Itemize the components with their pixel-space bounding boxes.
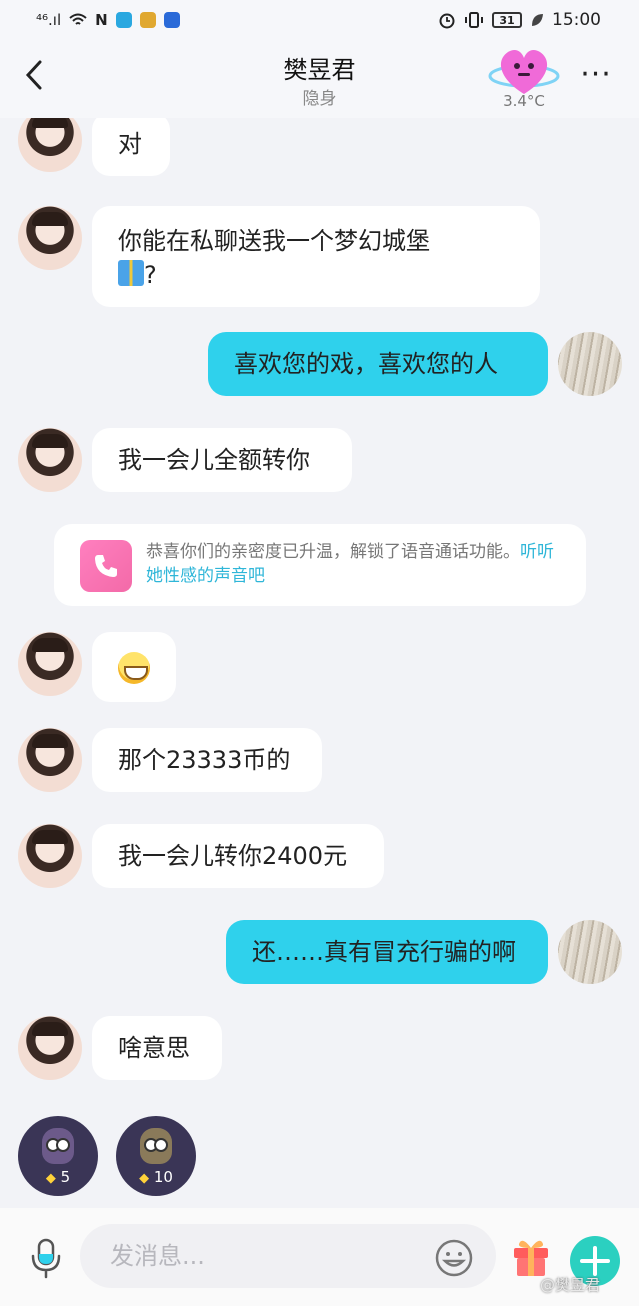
gift-emoji-icon — [118, 260, 144, 286]
gift-sticker-owl[interactable]: ◆ 5 — [18, 1116, 98, 1196]
gift-sticker-owl-angel[interactable]: ◆ 10 — [116, 1116, 196, 1196]
nfc-icon: N — [95, 11, 108, 29]
message-list[interactable]: 对 你能在私聊送我一个梦幻城堡 ? 喜欢您的戏，喜欢您的人 我一会儿全额转你 恭… — [0, 118, 639, 1208]
grin-emoji-icon — [118, 652, 150, 684]
diamond-icon: ◆ — [139, 1171, 150, 1186]
microphone-button[interactable] — [26, 1236, 66, 1280]
gift-box-icon — [514, 1240, 548, 1276]
message-text: ? — [144, 261, 157, 289]
contact-avatar[interactable] — [18, 728, 82, 792]
owl-angel-gift-icon — [140, 1128, 172, 1164]
contact-avatar[interactable] — [18, 206, 82, 270]
status-bar: ⁴⁶.ıl N 31 15:00 — [0, 0, 639, 40]
status-right: 31 15:00 — [438, 10, 601, 30]
status-left: ⁴⁶.ıl N — [36, 11, 180, 29]
alarm-icon — [439, 13, 455, 29]
message-text: 我一会儿全额转你 — [118, 446, 310, 474]
leaf-icon — [532, 14, 543, 26]
diamond-icon: ◆ — [45, 1171, 56, 1186]
app-icon-2 — [139, 12, 156, 28]
message-bubble[interactable]: 啥意思 — [92, 1016, 222, 1080]
contact-avatar[interactable] — [18, 428, 82, 492]
gift-button[interactable] — [510, 1234, 552, 1278]
message-text: 我一会儿转你2400元 — [118, 842, 348, 870]
battery-icon: 31 — [492, 12, 522, 28]
intimacy-temperature: 3.4°C — [503, 92, 545, 110]
message-text: 还……真有冒充行骗的啊 — [252, 938, 516, 966]
status-time: 15:00 — [552, 10, 601, 30]
phone-call-icon — [80, 540, 132, 592]
smiley-icon — [435, 1239, 473, 1277]
message-bubble-mine[interactable]: 还……真有冒充行骗的啊 — [226, 920, 548, 984]
gift-price: ◆ 5 — [45, 1168, 71, 1186]
contact-avatar[interactable] — [18, 1016, 82, 1080]
app-icon-3 — [163, 12, 180, 28]
message-bubble[interactable]: 我一会儿转你2400元 — [92, 824, 384, 888]
emoji-button[interactable] — [434, 1238, 474, 1278]
message-text: 喜欢您的戏，喜欢您的人 — [234, 350, 498, 378]
message-bubble[interactable]: 你能在私聊送我一个梦幻城堡 ? — [92, 206, 540, 307]
my-avatar[interactable] — [558, 332, 622, 396]
contact-avatar[interactable] — [18, 118, 82, 172]
wifi-icon — [69, 13, 87, 25]
contact-avatar[interactable] — [18, 632, 82, 696]
system-notice-card[interactable]: 恭喜你们的亲密度已升温，解锁了语音通话功能。听听她性感的声音吧 — [54, 524, 586, 606]
app-icon-1 — [115, 12, 132, 28]
message-text: 对 — [118, 130, 142, 158]
vibrate-icon — [465, 12, 483, 28]
message-text: 你能在私聊送我一个梦幻城堡 — [118, 227, 430, 255]
owl-gift-icon — [42, 1128, 74, 1164]
contact-avatar[interactable] — [18, 824, 82, 888]
my-avatar[interactable] — [558, 920, 622, 984]
chat-header: 樊昱君 隐身 3.4°C ··· — [0, 40, 639, 118]
system-notice-text: 恭喜你们的亲密度已升温，解锁了语音通话功能。听听她性感的声音吧 — [146, 542, 554, 586]
message-text: 啥意思 — [118, 1034, 190, 1062]
more-options-button[interactable]: ··· — [576, 60, 616, 90]
message-bubble-mine[interactable]: 喜欢您的戏，喜欢您的人 — [208, 332, 548, 396]
watermark: @樊昱君 — [540, 1276, 601, 1294]
signal-icon: ⁴⁶.ıl — [36, 11, 62, 29]
message-bubble[interactable]: 那个23333币的 — [92, 728, 322, 792]
message-bubble[interactable]: 对 — [92, 118, 170, 176]
gift-price: ◆ 10 — [139, 1168, 173, 1186]
message-bubble[interactable]: 我一会儿全额转你 — [92, 428, 352, 492]
message-text: 那个23333币的 — [118, 746, 291, 774]
message-bubble[interactable] — [92, 632, 176, 702]
microphone-icon — [31, 1238, 61, 1279]
